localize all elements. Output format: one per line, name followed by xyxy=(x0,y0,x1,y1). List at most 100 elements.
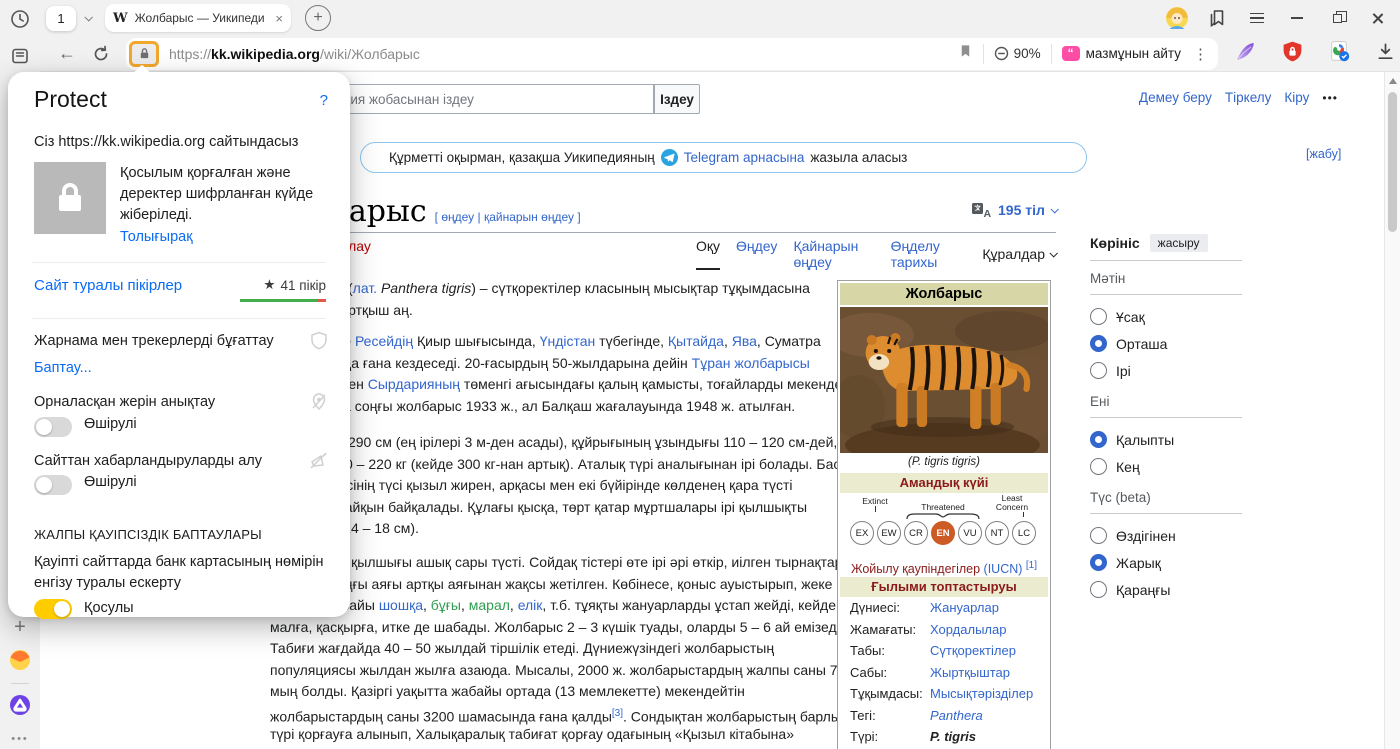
option-width-standard[interactable]: Қалыпты xyxy=(1090,426,1242,453)
active-tab[interactable]: W Жолбарыс — Уикипеди × xyxy=(105,4,291,32)
iucn-circle-vu: VU xyxy=(958,521,982,545)
more-details-link[interactable]: Толығырақ xyxy=(120,229,193,245)
shield-outline-icon xyxy=(310,331,328,354)
highlighter-pen-icon[interactable] xyxy=(1234,40,1257,68)
iucn-brace xyxy=(906,513,980,519)
new-tab-button[interactable]: + xyxy=(305,5,331,31)
back-button[interactable]: ← xyxy=(50,43,84,64)
option-text-large[interactable]: Ірі xyxy=(1090,357,1242,384)
scrollbar-up-arrow[interactable] xyxy=(1389,78,1397,84)
radio[interactable] xyxy=(1090,527,1107,544)
radio[interactable] xyxy=(1090,581,1107,598)
article-line: Қазіргі кезде Ресейдің Қиыр шығысында, Ү… xyxy=(270,333,821,349)
connection-lock-tile xyxy=(34,162,106,234)
site-lock-icon[interactable] xyxy=(129,40,159,67)
tab-history[interactable]: Өңделу тарихы xyxy=(891,238,967,270)
appearance-hide-button[interactable]: жасыру xyxy=(1149,234,1208,252)
language-icon: A xyxy=(972,203,992,218)
radio[interactable] xyxy=(1090,362,1107,379)
docs-extension-icon[interactable] xyxy=(1328,40,1351,68)
iucn-status-line[interactable]: Жойылу қаупіндегілер (IUCN) [1] xyxy=(840,557,1048,576)
restore-window-icon[interactable] xyxy=(1324,5,1350,31)
url-text[interactable]: https://kk.wikipedia.org/wiki/Жолбарыс xyxy=(169,46,958,62)
radio[interactable] xyxy=(1090,554,1107,571)
option-color-auto[interactable]: Өздігінен xyxy=(1090,522,1242,549)
option-color-dark[interactable]: Қараңғы xyxy=(1090,576,1242,603)
downloads-icon[interactable] xyxy=(1375,41,1396,67)
language-chevron-icon xyxy=(1050,205,1059,214)
menu-icon[interactable] xyxy=(1244,5,1270,31)
page-scrollbar[interactable] xyxy=(1384,72,1400,749)
article-line: Бауырының қылшығы ашық сары түсті. Сойда… xyxy=(270,554,853,570)
tab-list-chevron-icon[interactable] xyxy=(84,13,93,22)
donate-link[interactable]: Демеу беру xyxy=(1139,90,1212,105)
appearance-panel: Көрініс жасыру Мәтін Ұсақ Орташа Ірі Ені… xyxy=(1090,234,1242,603)
radio[interactable] xyxy=(1090,431,1107,448)
notifications-label: Сайттан хабарландыруларды алу xyxy=(34,453,262,469)
bank-warning-toggle[interactable] xyxy=(34,599,72,619)
radio[interactable] xyxy=(1090,335,1107,352)
help-link[interactable]: ? xyxy=(320,92,328,109)
rail-more-icon[interactable]: ••• xyxy=(9,728,31,749)
article-line: жолақтары айқын байқалады. Құлағы қысқа,… xyxy=(270,498,808,515)
sci-classification-header: Ғылыми топтастыруы xyxy=(840,577,1048,597)
article-line: аралдарында ғана кездеседі. 20-ғасырдың … xyxy=(270,354,810,371)
lock-icon xyxy=(59,183,81,211)
option-text-small[interactable]: Ұсақ xyxy=(1090,303,1242,330)
iucn-circle-lc: LC xyxy=(1012,521,1036,545)
bookmark-icon[interactable] xyxy=(958,43,973,64)
site-rating[interactable]: ★ 41 пікір xyxy=(263,277,326,293)
divider xyxy=(32,318,326,319)
scrollbar-thumb[interactable] xyxy=(1388,92,1397,232)
user-menu-dots-icon[interactable]: ••• xyxy=(1322,91,1338,105)
option-width-wide[interactable]: Кең xyxy=(1090,453,1242,480)
protect-shield-icon[interactable] xyxy=(1281,40,1304,68)
location-state: Өшірулі xyxy=(84,416,137,432)
taxonomy-row: Жамағаты: Хордалылар xyxy=(850,621,1007,637)
banner-close-link[interactable]: [жабу] xyxy=(1306,147,1341,161)
tab-close-icon[interactable]: × xyxy=(275,11,283,26)
register-link[interactable]: Тіркелу xyxy=(1225,90,1272,105)
language-selector[interactable]: A 195 тіл xyxy=(972,202,1059,218)
option-text-standard[interactable]: Орташа xyxy=(1090,330,1242,357)
address-bar-menu-icon[interactable]: ⋮ xyxy=(1193,45,1208,63)
extension-icons xyxy=(1234,40,1396,68)
side-panels-icon[interactable] xyxy=(9,45,31,67)
image-caption: (P. tigris tigris) xyxy=(908,456,980,468)
site-reviews-link[interactable]: Сайт туралы пікірлер xyxy=(34,277,182,294)
radio[interactable] xyxy=(1090,308,1107,325)
tab-counter-button[interactable]: 1 xyxy=(46,5,76,31)
history-icon[interactable] xyxy=(9,8,31,30)
zoom-control[interactable]: 90% xyxy=(994,46,1041,61)
article-line: жолбарыстардың саны 3200 шамасында ғана … xyxy=(270,707,848,725)
location-toggle[interactable] xyxy=(34,417,72,437)
tab-title: Жолбарыс — Уикипеди xyxy=(134,11,265,25)
alice-assistant-icon[interactable] xyxy=(9,694,31,716)
adblock-label: Жарнама мен трекерлерді бұғаттау xyxy=(34,333,274,349)
rail-add-icon[interactable]: + xyxy=(9,616,31,638)
read-aloud-label: мазмұнын айту xyxy=(1085,46,1181,61)
address-bar[interactable]: https://kk.wikipedia.org/wiki/Жолбарыс 9… xyxy=(126,37,1218,70)
iucn-extinct-label: Extinct xyxy=(862,496,888,506)
article-line: малға, қасқырға, итке де шабады. Жолбары… xyxy=(270,618,844,635)
yandex-services-icon[interactable] xyxy=(9,649,31,671)
profile-avatar[interactable] xyxy=(1164,5,1190,31)
star-icon: ★ xyxy=(263,277,276,292)
bank-warning-label: Қауіпті сайттарда банк картасының нөмірі… xyxy=(34,554,324,591)
notifications-toggle[interactable] xyxy=(34,475,72,495)
appearance-title: Көрініс xyxy=(1090,235,1140,251)
width-label: Ені xyxy=(1090,394,1110,409)
close-window-icon[interactable] xyxy=(1364,5,1390,31)
wikipedia-favicon: W xyxy=(113,10,128,26)
login-link[interactable]: Кіру xyxy=(1284,90,1309,105)
adblock-configure-link[interactable]: Баптау... xyxy=(34,360,92,376)
reload-button[interactable] xyxy=(84,45,118,63)
minimize-icon[interactable] xyxy=(1284,5,1310,31)
option-color-light[interactable]: Жарық xyxy=(1090,549,1242,576)
collections-icon[interactable] xyxy=(1204,5,1230,31)
tiger-photo[interactable] xyxy=(840,307,1048,453)
read-aloud-button[interactable]: “ мазмұнын айту xyxy=(1061,46,1181,61)
tab-tools[interactable]: Құралдар xyxy=(982,238,1058,270)
radio[interactable] xyxy=(1090,458,1107,475)
tab-bar: 1 W Жолбарыс — Уикипеди × + xyxy=(40,0,1400,36)
